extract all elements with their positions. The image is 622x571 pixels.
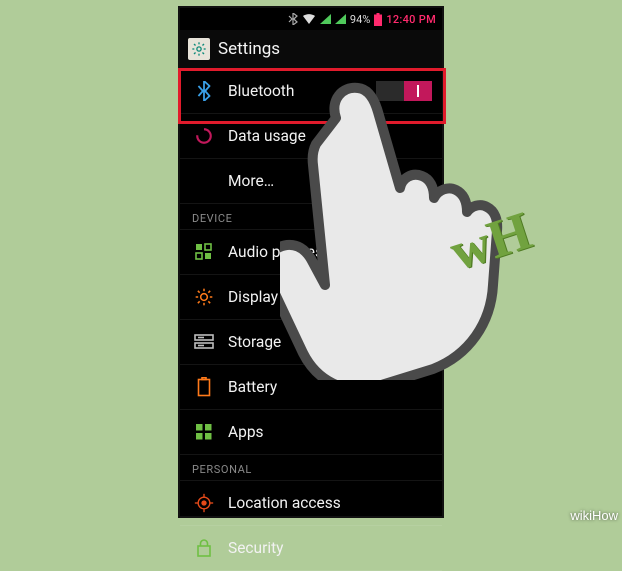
row-label: Location access	[228, 494, 341, 512]
row-bluetooth[interactable]: Bluetooth	[180, 69, 442, 114]
row-label: Audio profiles	[228, 243, 323, 261]
battery-row-icon	[194, 377, 214, 397]
signal-icon-2	[335, 14, 346, 24]
clock: 12:40 PM	[386, 13, 436, 26]
data-usage-icon	[194, 126, 214, 146]
wifi-icon	[302, 14, 316, 25]
row-data-usage[interactable]: Data usage	[180, 114, 442, 159]
security-icon	[194, 538, 214, 558]
audio-profiles-icon	[194, 242, 214, 262]
location-icon	[194, 493, 214, 513]
page-title: Settings	[218, 39, 280, 59]
row-label: Security	[228, 539, 284, 557]
row-label: Data usage	[228, 127, 306, 145]
settings-app-icon	[188, 38, 210, 60]
row-storage[interactable]: Storage	[180, 320, 442, 365]
storage-icon	[194, 332, 214, 352]
phone-frame: 94% 12:40 PM Settings Bluetooth Data usa	[180, 8, 442, 516]
row-label: Display	[228, 288, 278, 306]
settings-list: Bluetooth Data usage More… DEVICE Audio …	[180, 69, 442, 571]
apps-icon	[194, 422, 214, 442]
display-icon	[194, 287, 214, 307]
row-label: Battery	[228, 378, 277, 396]
status-bar: 94% 12:40 PM	[180, 8, 442, 30]
bluetooth-status-icon	[288, 13, 298, 25]
signal-icon-1	[320, 14, 331, 24]
wikihow-logo-overlay: wH	[442, 199, 538, 283]
title-bar: Settings	[180, 30, 442, 69]
row-apps[interactable]: Apps	[180, 410, 442, 455]
bluetooth-icon	[194, 81, 214, 101]
row-audio-profiles[interactable]: Audio profiles	[180, 230, 442, 275]
battery-percent: 94%	[350, 13, 370, 26]
section-personal: PERSONAL	[180, 455, 442, 481]
section-device: DEVICE	[180, 204, 442, 230]
row-more[interactable]: More…	[180, 159, 442, 204]
row-battery[interactable]: Battery	[180, 365, 442, 410]
toggle-knob-on	[404, 81, 432, 101]
bluetooth-toggle[interactable]	[376, 81, 432, 101]
watermark: wikiHow	[570, 508, 618, 523]
row-security[interactable]: Security	[180, 526, 442, 571]
row-label: Storage	[228, 333, 281, 351]
battery-icon	[374, 13, 382, 26]
row-label: More…	[228, 172, 274, 190]
row-label: Apps	[228, 423, 264, 441]
row-display[interactable]: Display	[180, 275, 442, 320]
row-label: Bluetooth	[228, 82, 294, 100]
row-location-access[interactable]: Location access	[180, 481, 442, 526]
